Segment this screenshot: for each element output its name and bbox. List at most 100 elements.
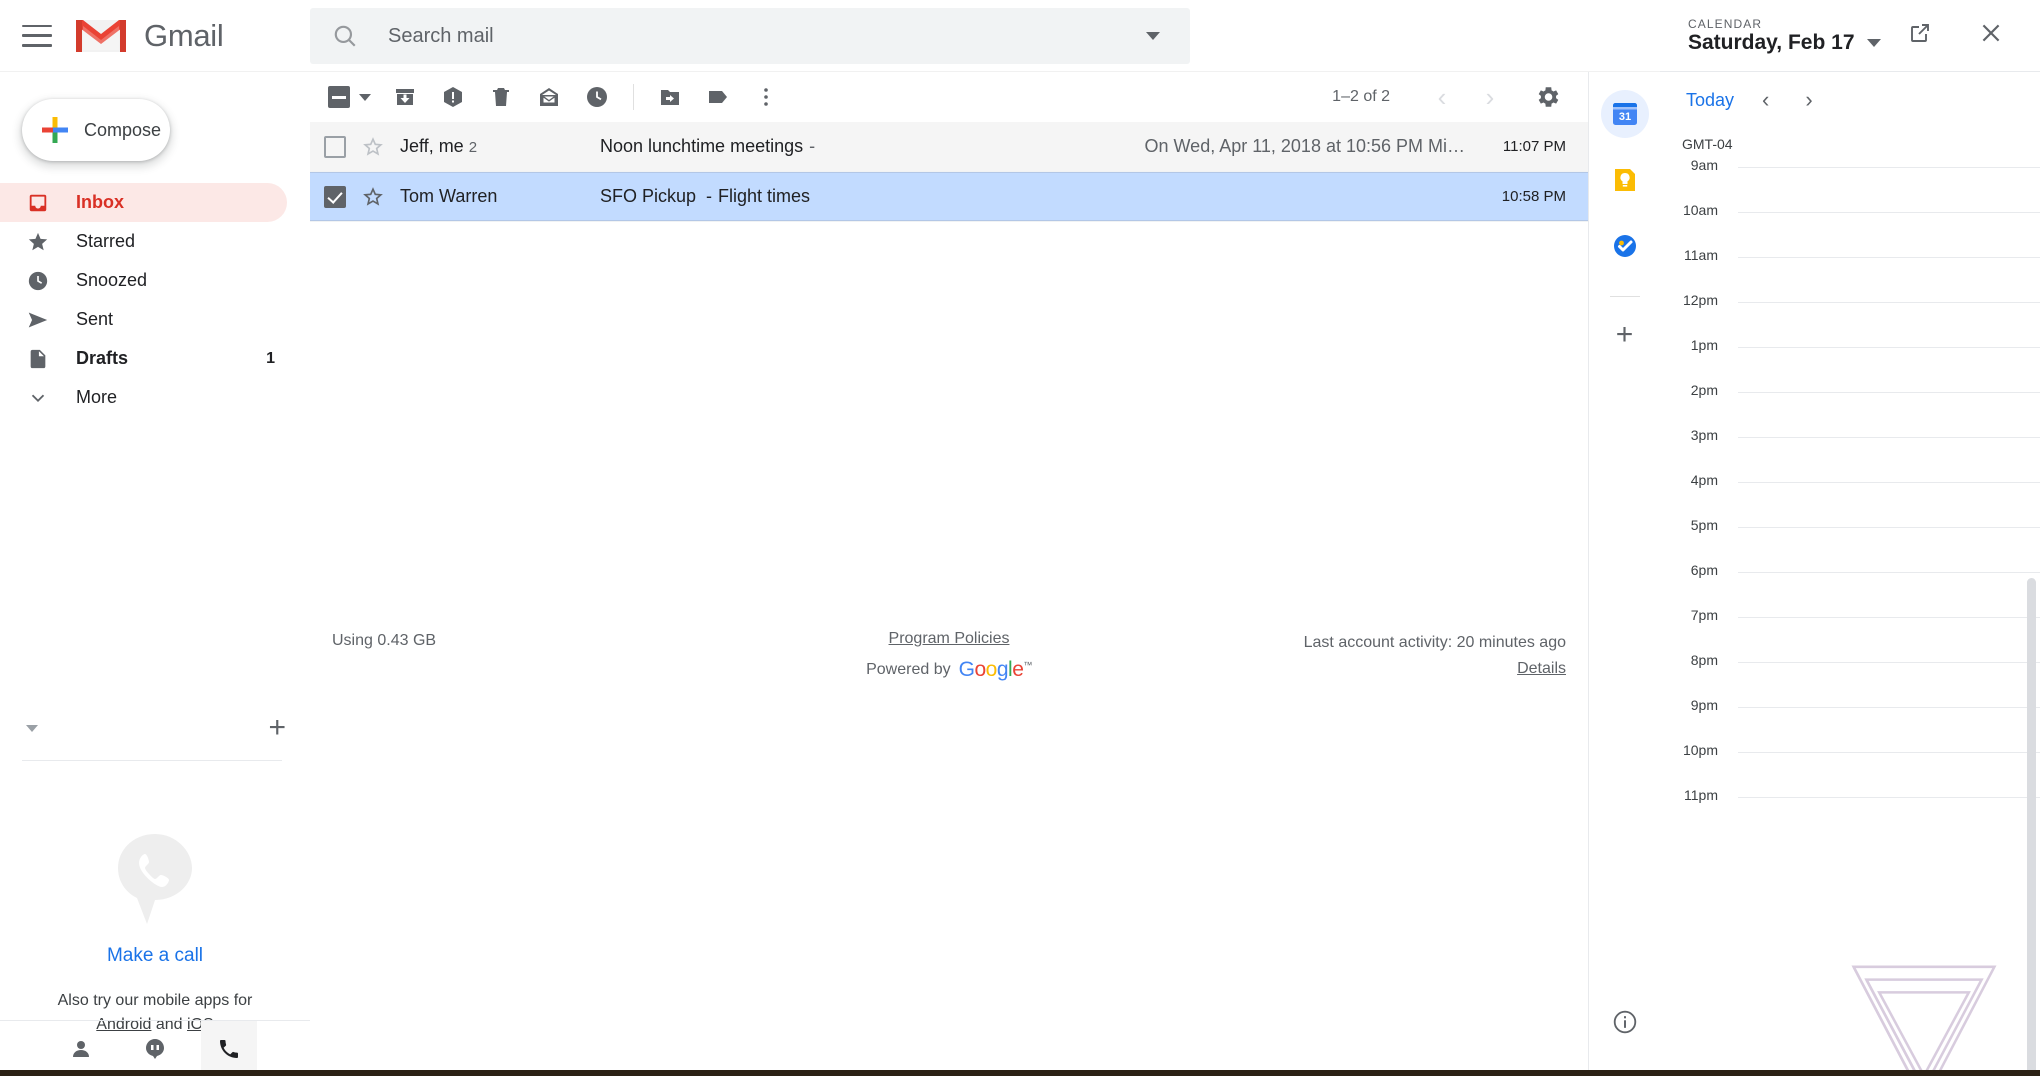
snooze-clock-icon[interactable] bbox=[573, 73, 621, 121]
mail-snippet: On Wed, Apr 11, 2018 at 10:56 PM Michae… bbox=[1145, 136, 1469, 157]
mail-toolbar: 1–2 of 2 ‹ › bbox=[310, 72, 1588, 122]
select-all-checkbox-icon[interactable] bbox=[328, 86, 371, 108]
make-a-call-link[interactable]: Make a call bbox=[0, 945, 310, 967]
hour-gridline bbox=[1738, 392, 2040, 393]
delete-trash-icon[interactable] bbox=[477, 73, 525, 121]
hour-gridline bbox=[1738, 572, 2040, 573]
plus-icon bbox=[40, 115, 70, 145]
window-bottom-edge bbox=[0, 1070, 2040, 1076]
search-icon[interactable] bbox=[332, 23, 358, 49]
calendar-title-block: CALENDAR Saturday, Feb 17 bbox=[1688, 17, 1881, 55]
search-options-chevron-down-icon[interactable] bbox=[1146, 32, 1160, 40]
search-bar[interactable] bbox=[310, 8, 1190, 64]
mail-subject-and-snippet: Noon lunchtime meetings - On Wed, Apr 11… bbox=[600, 136, 1468, 157]
mail-subject: SFO Pickup bbox=[600, 186, 696, 207]
mail-subject: Noon lunchtime meetings bbox=[600, 136, 803, 157]
google-keep-icon[interactable] bbox=[1601, 156, 1649, 204]
compose-button[interactable]: Compose bbox=[22, 99, 170, 161]
hour-label: 12pm bbox=[1660, 292, 1718, 308]
sidebar-item-label: Snoozed bbox=[76, 270, 147, 291]
svg-text:31: 31 bbox=[1618, 111, 1630, 123]
info-circle-icon[interactable] bbox=[1612, 1009, 1638, 1040]
mail-time: 11:07 PM bbox=[1468, 138, 1588, 155]
report-spam-icon[interactable] bbox=[429, 73, 477, 121]
sidebar-item-snoozed[interactable]: Snoozed bbox=[0, 261, 287, 300]
labels-tag-icon[interactable] bbox=[694, 73, 742, 121]
mail-dash: - bbox=[706, 186, 712, 207]
chevron-left-icon[interactable]: ‹ bbox=[1420, 75, 1464, 119]
contacts-person-icon[interactable] bbox=[53, 1021, 109, 1076]
hour-gridline bbox=[1738, 347, 2040, 348]
gmail-logo[interactable]: Gmail bbox=[74, 16, 223, 56]
move-to-folder-icon[interactable] bbox=[646, 73, 694, 121]
inbox-icon bbox=[26, 191, 50, 215]
clock-icon bbox=[26, 269, 50, 293]
sidebar-item-drafts[interactable]: Drafts 1 bbox=[0, 339, 287, 378]
calendar-side-panel: CALENDAR Saturday, Feb 17 Today ‹ › GMT-… bbox=[1660, 0, 2040, 1076]
mail-sender: Jeff, me2 bbox=[400, 136, 600, 157]
hour-label: 3pm bbox=[1660, 427, 1718, 443]
calendar-day-grid[interactable]: GMT-04 9am 10am 11am 12pm 1pm 2pm 3pm 4p… bbox=[1660, 128, 2040, 1076]
add-app-plus-icon[interactable]: + bbox=[1616, 321, 1634, 349]
sidebar-item-starred[interactable]: Starred bbox=[0, 222, 287, 261]
make-a-call-panel: Make a call Also try our mobile apps for… bbox=[0, 832, 310, 1037]
chevron-right-icon[interactable]: › bbox=[1468, 75, 1512, 119]
chevron-left-icon[interactable]: ‹ bbox=[1754, 87, 1777, 113]
draft-icon bbox=[26, 347, 50, 371]
footer-right: Last account activity: 20 minutes ago De… bbox=[1304, 630, 1566, 681]
checkbox-unchecked-icon[interactable] bbox=[324, 136, 346, 158]
star-outline-icon[interactable] bbox=[362, 186, 384, 208]
today-button[interactable]: Today bbox=[1686, 90, 1734, 111]
table-row[interactable]: Jeff, me2 Noon lunchtime meetings - On W… bbox=[310, 122, 1588, 172]
sidebar-item-sent[interactable]: Sent bbox=[0, 300, 287, 339]
hour-label: 7pm bbox=[1660, 607, 1718, 623]
sidebar-item-more[interactable]: More bbox=[0, 378, 287, 417]
caret-down-icon[interactable] bbox=[26, 725, 38, 732]
hour-label: 10am bbox=[1660, 202, 1718, 218]
calendar-scrollbar[interactable] bbox=[2027, 578, 2036, 1076]
details-link[interactable]: Details bbox=[1517, 660, 1566, 677]
hour-gridline bbox=[1738, 707, 2040, 708]
hour-label: 11am bbox=[1660, 247, 1718, 263]
chevron-down-icon[interactable] bbox=[359, 94, 371, 101]
hour-label: 9am bbox=[1660, 157, 1718, 173]
close-x-icon[interactable] bbox=[1978, 20, 2004, 51]
gear-icon[interactable] bbox=[1524, 73, 1572, 121]
google-calendar-icon[interactable]: 31 bbox=[1601, 90, 1649, 138]
archive-icon[interactable] bbox=[381, 73, 429, 121]
calendar-timezone: GMT-04 bbox=[1682, 136, 1733, 152]
sidebar-nav-list: Inbox Starred Snoozed Sent bbox=[0, 183, 309, 417]
hour-label: 6pm bbox=[1660, 562, 1718, 578]
phone-icon[interactable] bbox=[201, 1021, 257, 1076]
hamburger-menu-icon[interactable] bbox=[22, 25, 52, 47]
caret-down-icon[interactable] bbox=[1867, 39, 1881, 47]
compose-label: Compose bbox=[84, 120, 161, 141]
google-tasks-icon[interactable] bbox=[1601, 222, 1649, 270]
open-in-new-icon[interactable] bbox=[1908, 21, 1932, 50]
mark-as-read-icon[interactable] bbox=[525, 73, 573, 121]
chevron-right-icon[interactable]: › bbox=[1797, 87, 1820, 113]
sidebar-item-inbox[interactable]: Inbox bbox=[0, 183, 287, 222]
hangouts-icon[interactable] bbox=[127, 1021, 183, 1076]
calendar-subheader: Today ‹ › bbox=[1660, 72, 2040, 128]
hour-gridline bbox=[1738, 527, 2040, 528]
star-outline-icon[interactable] bbox=[362, 136, 384, 158]
table-row[interactable]: Tom Warren SFO Pickup - Flight times 10:… bbox=[310, 172, 1588, 222]
toolbar-divider bbox=[633, 84, 634, 110]
last-account-activity: Last account activity: 20 minutes ago bbox=[1304, 630, 1566, 656]
tip-prefix: Also try our mobile apps for bbox=[58, 992, 253, 1009]
mail-subject-and-snippet: SFO Pickup - Flight times bbox=[600, 186, 1468, 207]
program-policies-link[interactable]: Program Policies bbox=[889, 630, 1010, 647]
left-sidebar: Compose Inbox Starred Snoozed bbox=[0, 72, 310, 1076]
hour-gridline bbox=[1738, 212, 2040, 213]
calendar-kicker: CALENDAR bbox=[1688, 17, 1881, 31]
hour-gridline bbox=[1738, 302, 2040, 303]
checkbox-checked-icon[interactable] bbox=[324, 186, 346, 208]
more-options-icon[interactable] bbox=[742, 73, 790, 121]
hour-gridline bbox=[1738, 617, 2040, 618]
hangouts-add-plus-icon[interactable]: + bbox=[268, 718, 286, 738]
hour-gridline bbox=[1738, 437, 2040, 438]
calendar-date-title[interactable]: Saturday, Feb 17 bbox=[1688, 31, 1881, 55]
search-input[interactable] bbox=[388, 25, 1146, 48]
google-wordmark: Google™ bbox=[959, 658, 1032, 682]
